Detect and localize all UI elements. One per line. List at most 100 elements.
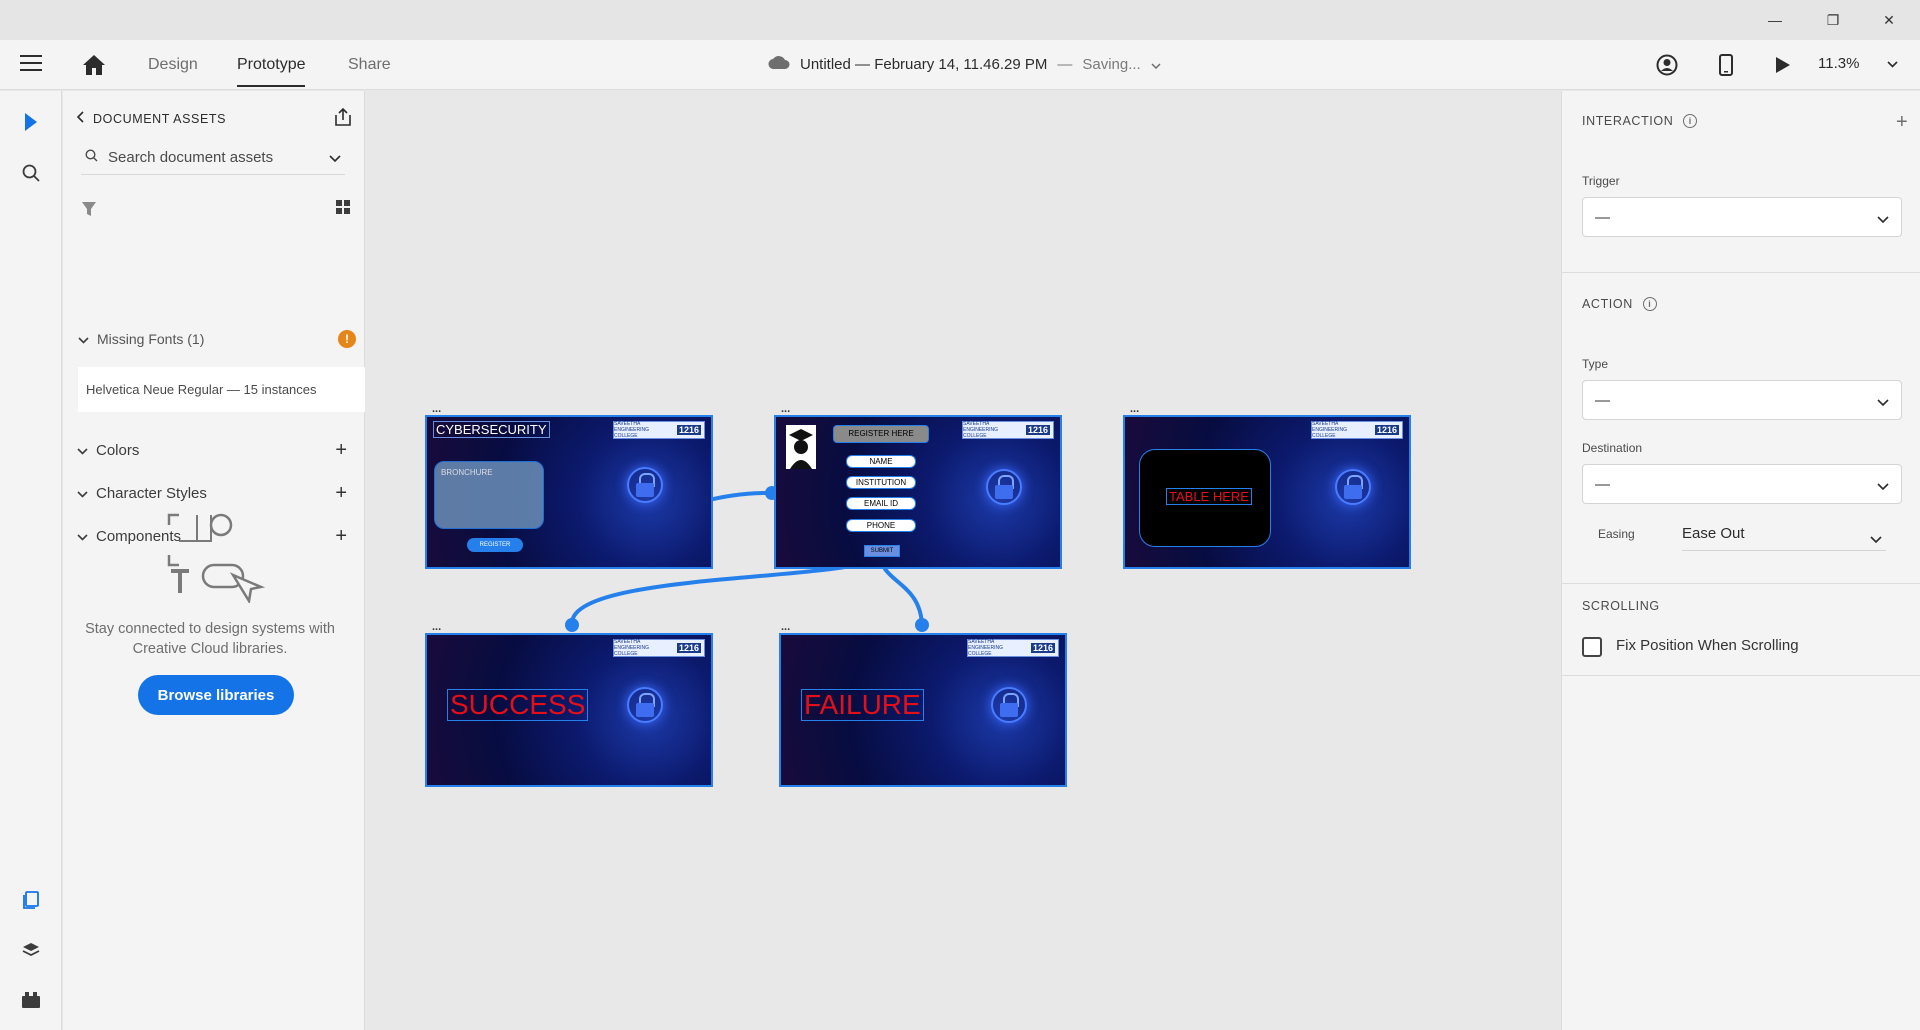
artboard-failure[interactable]: SAVEETHA ENGINEERING COLLEGE 1216 FAILURE [779,633,1067,787]
artboard-label[interactable]: ... [781,621,790,633]
chevron-down-icon [1877,211,1889,228]
brochure-card: BRONCHURE [434,461,544,529]
easing-label: Easing [1598,527,1635,541]
add-interaction-icon[interactable]: + [1896,111,1908,134]
action-heading: ACTION i [1582,297,1657,311]
design-canvas[interactable]: ... SAVEETHA ENGINEERING COLLEGE 1216 CYB… [366,91,1560,1030]
table-here-text: TABLE HERE [1166,488,1252,505]
add-component-icon[interactable]: + [335,526,347,546]
artboard-cybersecurity[interactable]: SAVEETHA ENGINEERING COLLEGE 1216 CYBERSE… [425,415,713,569]
search-icon [85,149,98,166]
artboard-title: CYBERSECURITY [433,421,550,438]
add-color-icon[interactable]: + [335,440,347,460]
submit-button[interactable]: SUBMIT [864,545,900,557]
chevron-down-icon[interactable] [77,485,88,502]
tab-share[interactable]: Share [348,56,391,74]
chevron-down-icon [1877,394,1889,411]
play-icon[interactable] [1770,52,1796,78]
menu-icon[interactable] [20,55,42,73]
chevron-down-icon[interactable] [77,528,88,545]
browse-libraries-button[interactable]: Browse libraries [138,675,294,715]
college-logo: SAVEETHA ENGINEERING COLLEGE 1216 [1311,421,1403,439]
document-title[interactable]: Untitled — February 14, 11.46.29 PM — Sa… [768,55,1161,73]
college-logo: SAVEETHA ENGINEERING COLLEGE 1216 [967,639,1059,657]
restore-button[interactable]: ❐ [1810,0,1856,40]
destination-label: Destination [1582,441,1643,455]
chevron-down-icon[interactable] [329,150,341,167]
title-bar: — ❐ ✕ [0,0,1920,40]
artboard-table[interactable]: SAVEETHA ENGINEERING COLLEGE 1216 TABLE H… [1123,415,1411,569]
filter-icon[interactable] [81,201,97,222]
artboard-success[interactable]: SAVEETHA ENGINEERING COLLEGE 1216 SUCCESS [425,633,713,787]
close-button[interactable]: ✕ [1866,0,1912,40]
chevron-left-icon[interactable] [76,111,85,126]
artboard-label[interactable]: ... [432,403,441,415]
chevron-down-icon[interactable] [77,442,88,459]
type-dropdown[interactable]: — [1582,380,1902,420]
missing-font-item[interactable]: Helvetica Neue Regular — 15 instances [78,367,365,412]
table-placeholder: TABLE HERE [1139,449,1271,547]
fix-position-label: Fix Position When Scrolling [1616,637,1799,654]
fix-position-checkbox[interactable] [1582,637,1602,657]
artboard-register[interactable]: SAVEETHA ENGINEERING COLLEGE 1216 REGISTE… [774,415,1062,569]
name-field[interactable]: NAME [846,455,916,468]
phone-field[interactable]: PHONE [846,519,916,532]
institution-field[interactable]: INSTITUTION [846,476,916,489]
section-character-styles[interactable]: Character Styles + [77,483,347,503]
graduate-icon [786,425,816,469]
interaction-heading: INTERACTION i [1582,114,1698,128]
add-character-style-icon[interactable]: + [335,483,347,503]
register-here-banner: REGISTER HERE [833,425,929,443]
tool-rail [0,91,62,1030]
device-preview-icon[interactable] [1713,52,1739,78]
chevron-down-icon[interactable] [1151,56,1161,73]
tab-prototype[interactable]: Prototype [237,56,306,87]
artboard-label[interactable]: ... [1130,403,1139,415]
scrolling-heading: SCROLLING [1582,599,1660,613]
user-icon[interactable] [1654,52,1680,78]
select-tool-icon[interactable] [18,109,44,135]
artboard-label[interactable]: ... [781,403,790,415]
tab-design[interactable]: Design [148,56,198,74]
assets-header[interactable]: DOCUMENT ASSETS [76,111,226,126]
document-name: Untitled — February 14, 11.46.29 PM [800,55,1048,73]
chevron-down-icon[interactable] [1887,55,1898,72]
layers-icon[interactable] [18,937,44,963]
zoom-control[interactable]: 11.3% [1818,55,1898,72]
artboard-label[interactable]: ... [432,621,441,633]
email-field[interactable]: EMAIL ID [846,497,916,510]
document-assets-panel: DOCUMENT ASSETS Search document assets M… [63,91,365,1030]
home-icon[interactable] [82,54,106,76]
trigger-label: Trigger [1582,174,1620,188]
missing-fonts-label: Missing Fonts (1) [97,331,205,347]
grid-view-icon[interactable] [335,199,351,220]
success-text: SUCCESS [447,689,589,721]
assets-icon[interactable] [18,887,44,913]
destination-dropdown[interactable]: — [1582,464,1902,504]
chevron-down-icon[interactable] [78,331,89,347]
divider [1562,583,1920,584]
minimize-button[interactable]: — [1752,0,1798,40]
search-icon[interactable] [18,160,44,186]
plugins-icon[interactable] [18,987,44,1013]
type-label: Type [1582,357,1609,371]
section-colors[interactable]: Colors + [77,440,347,460]
lock-icon [627,467,663,503]
search-input[interactable]: Search document assets [108,149,273,166]
title-separator: — [1057,55,1073,73]
easing-dropdown[interactable]: Ease Out [1682,521,1886,551]
wire-arrow-icon[interactable] [565,618,579,632]
export-icon[interactable] [333,107,353,132]
trigger-dropdown[interactable]: — [1582,197,1902,237]
info-icon[interactable]: i [1642,297,1657,311]
assets-search[interactable]: Search document assets [81,141,345,175]
lock-icon [1335,469,1371,505]
cloud-icon [768,55,790,73]
section-label: Colors [96,442,140,459]
register-button[interactable]: REGISTER [467,538,523,552]
lock-icon [991,687,1027,723]
info-icon[interactable]: i [1683,114,1698,128]
wire-arrow-icon[interactable] [915,618,929,632]
warning-icon: ! [338,330,356,348]
missing-fonts-row[interactable]: Missing Fonts (1) ! [78,330,360,348]
